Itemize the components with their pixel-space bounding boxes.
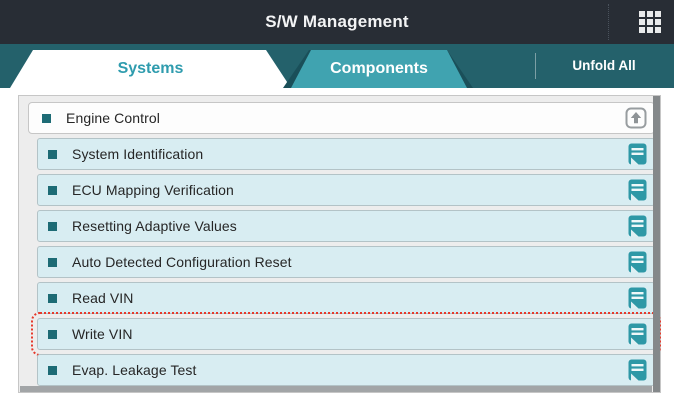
page-title: S/W Management — [0, 0, 674, 44]
document-icon[interactable] — [628, 359, 647, 381]
function-list: Engine Control System Identification ECU… — [28, 102, 655, 390]
tab-components[interactable]: Components — [291, 50, 467, 88]
header-bar: S/W Management — [0, 0, 674, 44]
list-item-resetting-adaptive-values[interactable]: Resetting Adaptive Values — [37, 210, 655, 242]
tab-systems[interactable]: Systems — [10, 50, 291, 88]
document-icon[interactable] — [628, 143, 647, 165]
square-bullet-icon — [48, 258, 57, 267]
list-item-evap-leakage-test[interactable]: Evap. Leakage Test — [37, 354, 655, 386]
document-icon[interactable] — [628, 323, 647, 345]
list-item-label: System Identification — [72, 146, 203, 162]
document-icon[interactable] — [628, 215, 647, 237]
vertical-scrollbar[interactable] — [653, 96, 660, 392]
document-icon[interactable] — [628, 287, 647, 309]
list-item-label: Engine Control — [66, 110, 160, 126]
square-bullet-icon — [48, 222, 57, 231]
square-bullet-icon — [48, 186, 57, 195]
list-item-label: Evap. Leakage Test — [72, 362, 197, 378]
list-item-engine-control[interactable]: Engine Control — [28, 102, 655, 134]
list-item-auto-detected-configuration-reset[interactable]: Auto Detected Configuration Reset — [37, 246, 655, 278]
tab-bar: Systems Components Unfold All — [0, 44, 674, 88]
sw-management-screen: S/W Management Systems Components Unfold… — [0, 0, 674, 400]
list-item-system-identification[interactable]: System Identification — [37, 138, 655, 170]
list-item-write-vin[interactable]: Write VIN — [37, 318, 655, 350]
square-bullet-icon — [48, 330, 57, 339]
list-item-label: Resetting Adaptive Values — [72, 218, 237, 234]
list-item-label: Write VIN — [72, 326, 133, 342]
function-list-container: Engine Control System Identification ECU… — [18, 95, 661, 393]
square-bullet-icon — [42, 114, 51, 123]
document-icon[interactable] — [628, 251, 647, 273]
document-icon[interactable] — [628, 179, 647, 201]
list-item-label: ECU Mapping Verification — [72, 182, 234, 198]
list-item-label: Read VIN — [72, 290, 134, 306]
list-item-label: Auto Detected Configuration Reset — [72, 254, 292, 270]
header-divider — [608, 4, 609, 40]
unfold-all-button[interactable]: Unfold All — [540, 44, 668, 88]
app-grid-icon[interactable] — [639, 11, 661, 33]
unfold-divider — [535, 53, 536, 79]
horizontal-scrollbar[interactable] — [20, 386, 652, 392]
list-item-ecu-mapping-verification[interactable]: ECU Mapping Verification — [37, 174, 655, 206]
fold-up-icon[interactable] — [625, 107, 647, 129]
list-item-read-vin[interactable]: Read VIN — [37, 282, 655, 314]
square-bullet-icon — [48, 366, 57, 375]
square-bullet-icon — [48, 150, 57, 159]
square-bullet-icon — [48, 294, 57, 303]
